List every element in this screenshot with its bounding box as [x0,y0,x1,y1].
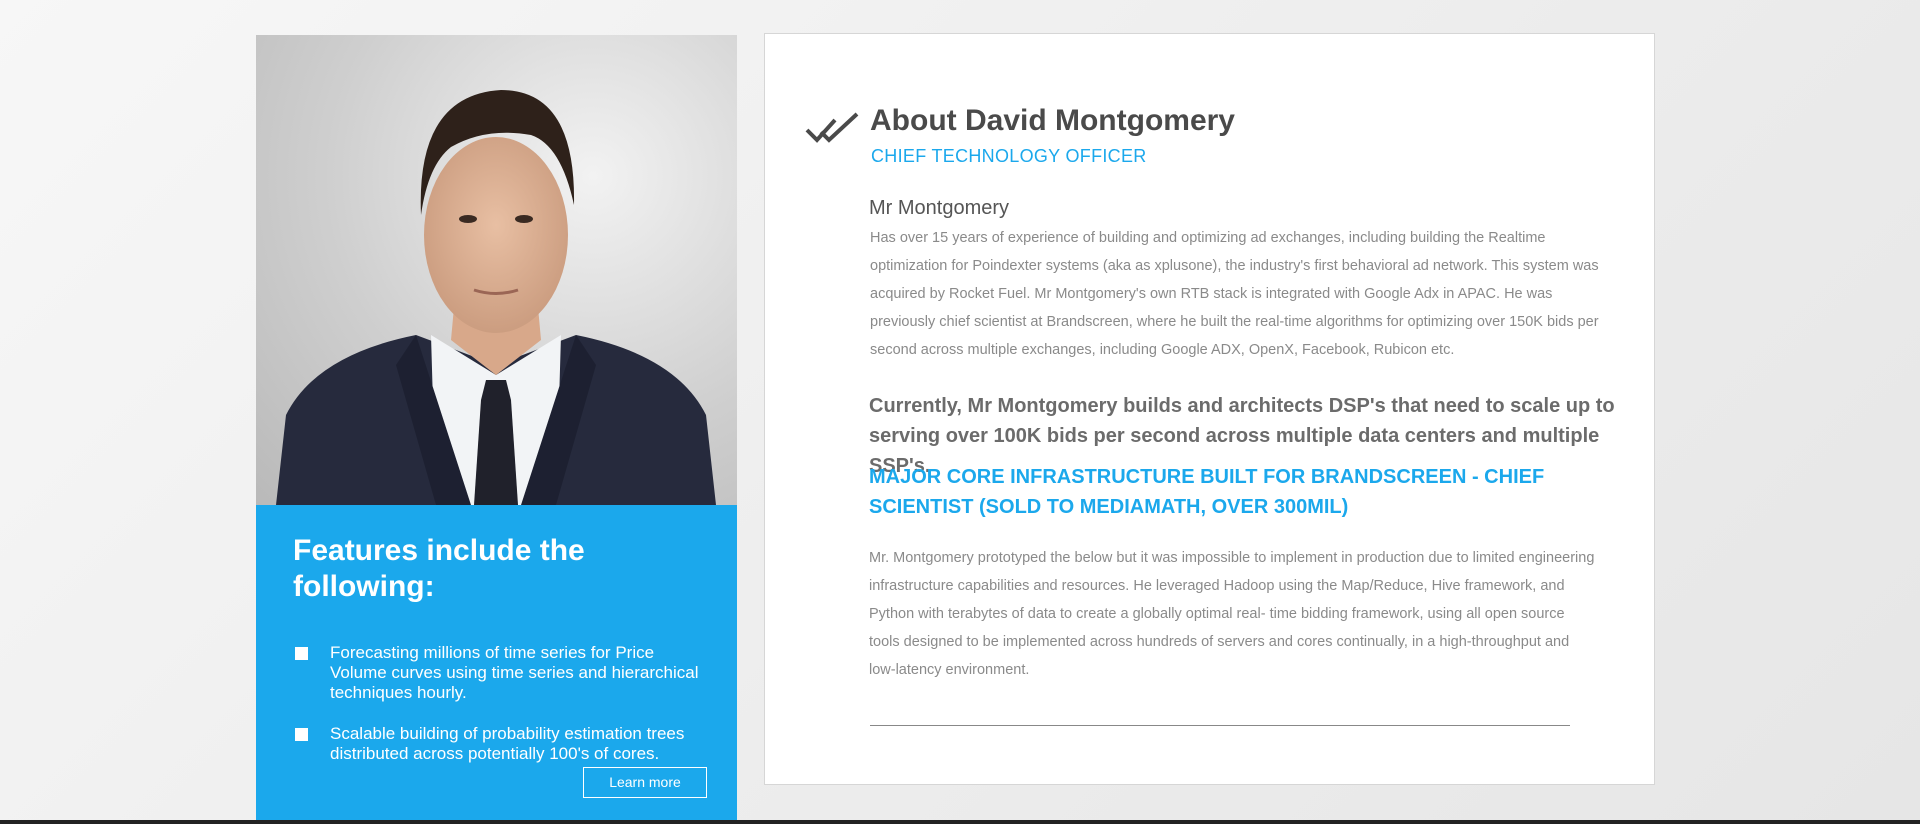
feature-item: Scalable building of probability estimat… [293,724,713,764]
divider [870,725,1570,726]
square-bullet-icon [295,647,308,660]
profile-portrait [256,35,737,505]
profile-column: Features include the following: Forecast… [256,35,737,824]
feature-item: Forecasting millions of time series for … [293,643,713,703]
feature-text: Forecasting millions of time series for … [330,643,699,702]
square-bullet-icon [295,728,308,741]
person-name: Mr Montgomery [869,197,1010,219]
double-check-icon [805,112,859,143]
learn-more-button[interactable]: Learn more [583,767,707,798]
role-subtitle: CHIEF TECHNOLOGY OFFICER [871,146,1147,166]
features-heading: Features include the following: [293,534,585,603]
feature-text: Scalable building of probability estimat… [330,724,685,763]
about-title: About David Montgomery [870,104,1235,137]
bio-paragraph: Has over 15 years of experience of build… [870,230,1599,358]
page-bottom-border [0,820,1920,824]
major-infrastructure-heading: MAJOR CORE INFRASTRUCTURE BUILT FOR BRAN… [869,466,1545,518]
about-card: About David Montgomery CHIEF TECHNOLOGY … [764,33,1655,785]
features-panel: Features include the following: Forecast… [256,505,737,824]
prototype-paragraph: Mr. Montgomery prototyped the below but … [869,550,1595,678]
portrait-image [276,90,716,505]
features-list: Forecasting millions of time series for … [293,643,713,764]
